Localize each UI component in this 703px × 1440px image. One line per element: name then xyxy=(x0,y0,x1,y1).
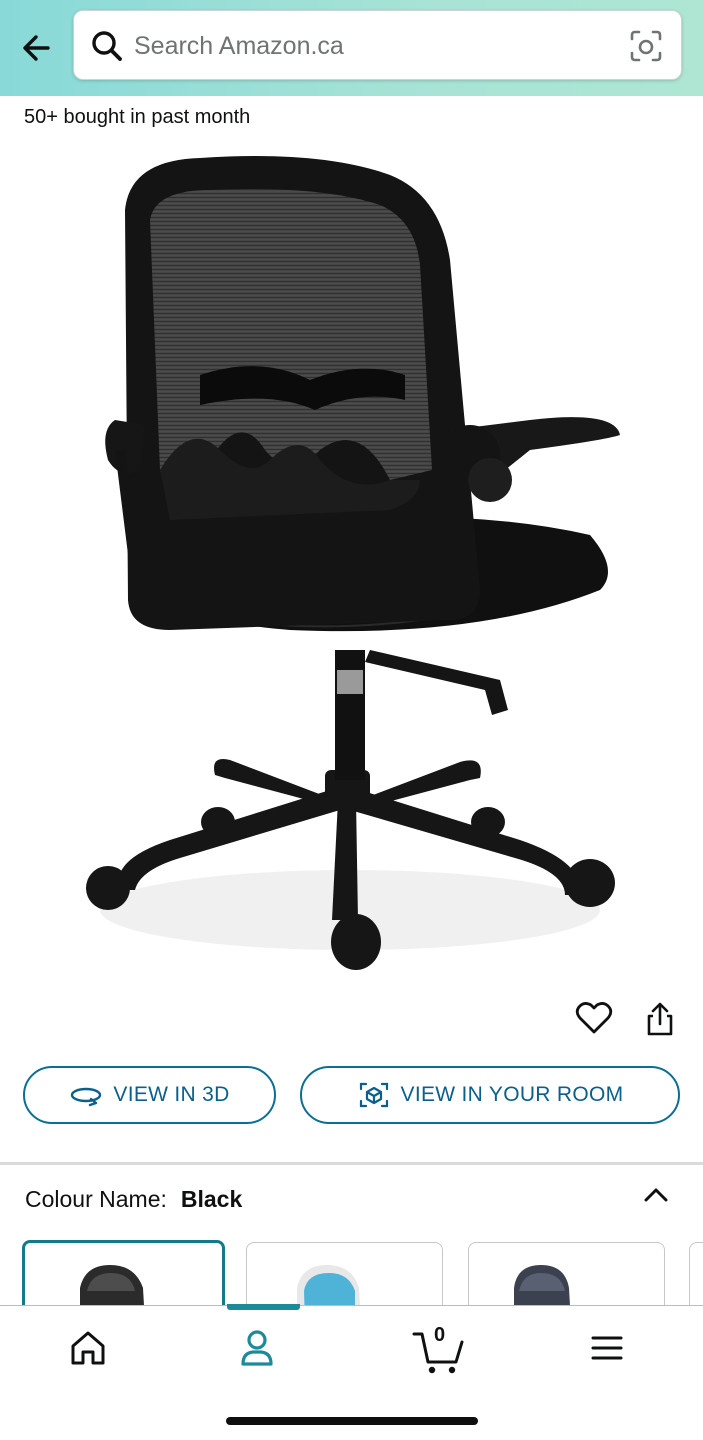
colour-name-label: Colour Name: xyxy=(25,1186,167,1212)
search-input[interactable] xyxy=(134,25,614,67)
home-indicator xyxy=(226,1417,478,1425)
view-in-3d-label: VIEW IN 3D xyxy=(113,1083,230,1106)
view-in-your-room-button[interactable]: VIEW IN YOUR ROOM xyxy=(300,1066,680,1124)
chevron-up-icon[interactable] xyxy=(640,1182,672,1208)
user-icon xyxy=(241,1330,273,1366)
active-tab-indicator xyxy=(227,1304,300,1310)
colour-name-value: Black xyxy=(180,1186,243,1212)
top-header xyxy=(0,0,703,96)
product-image[interactable] xyxy=(60,150,640,980)
search-bar[interactable] xyxy=(73,10,682,80)
back-arrow-icon[interactable] xyxy=(18,28,58,68)
nav-home-button[interactable] xyxy=(66,1326,126,1376)
heart-icon[interactable] xyxy=(574,998,614,1038)
bought-count-text: 50+ bought in past month xyxy=(24,106,251,128)
cart-count-badge: 0 xyxy=(434,1324,446,1346)
share-icon[interactable] xyxy=(640,1000,680,1040)
ar-cube-icon xyxy=(359,1082,388,1108)
nav-cart-button[interactable]: 0 xyxy=(410,1324,470,1376)
section-divider xyxy=(0,1162,703,1165)
hamburger-menu-icon xyxy=(591,1336,623,1360)
search-icon xyxy=(90,29,124,63)
view-in-your-room-label: VIEW IN YOUR ROOM xyxy=(400,1083,624,1106)
colour-name-row: Colour Name: Black xyxy=(25,1186,242,1213)
view-in-3d-button[interactable]: VIEW IN 3D xyxy=(23,1066,276,1124)
camera-search-icon[interactable] xyxy=(629,29,663,63)
rotate-3d-icon xyxy=(71,1087,102,1107)
nav-you-button[interactable] xyxy=(235,1326,295,1376)
home-icon xyxy=(71,1331,105,1365)
nav-menu-button[interactable] xyxy=(585,1326,645,1376)
